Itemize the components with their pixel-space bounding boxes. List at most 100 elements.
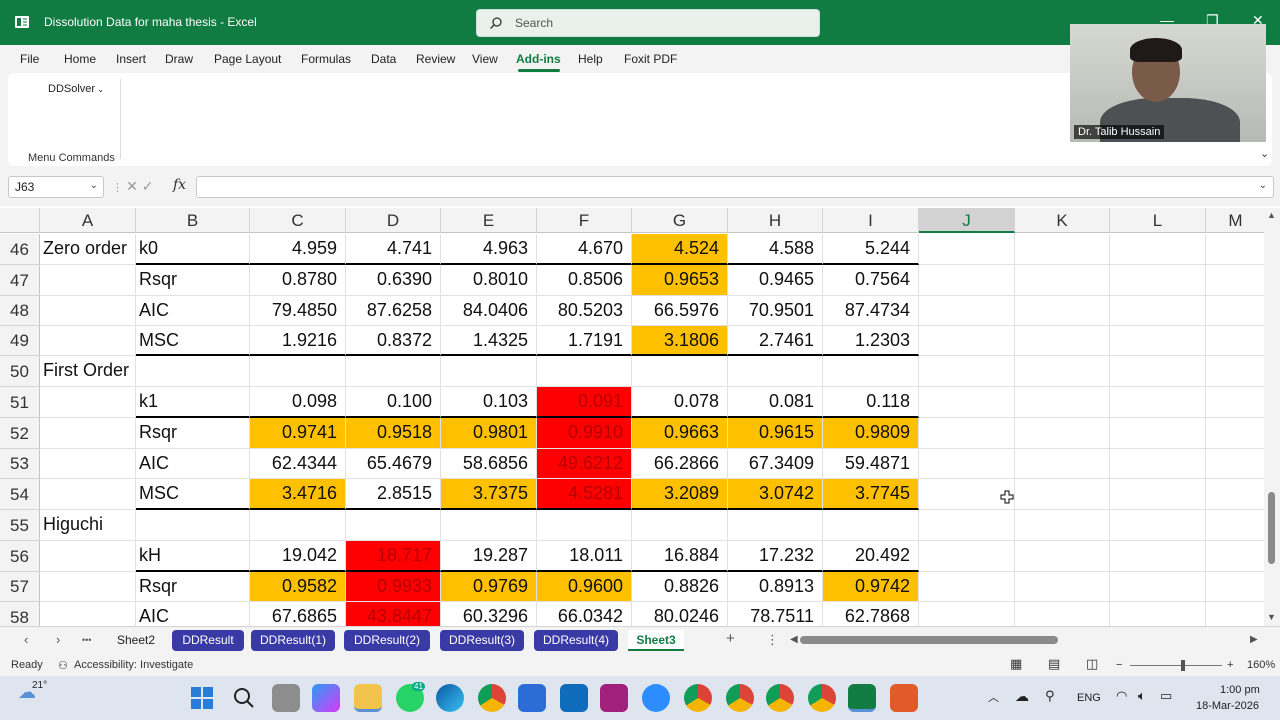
cell-d52[interactable]: 0.9518 xyxy=(346,418,441,449)
insert-function-button[interactable]: fx xyxy=(173,177,186,193)
chrome-profile-icon[interactable] xyxy=(808,684,836,712)
cell-e47[interactable]: 0.8010 xyxy=(441,265,537,296)
cell-c52[interactable]: 0.9741 xyxy=(250,418,346,449)
cell-g50[interactable] xyxy=(632,356,728,387)
cell-j56[interactable] xyxy=(919,541,1015,572)
cell-d48[interactable]: 87.6258 xyxy=(346,296,441,326)
cell-i57[interactable]: 0.9742 xyxy=(823,572,919,602)
row-header[interactable]: 49 xyxy=(0,326,40,356)
cell-a54[interactable] xyxy=(40,479,136,510)
cell-e54[interactable]: 3.7375 xyxy=(441,479,537,510)
cell-f46[interactable]: 4.670 xyxy=(537,234,632,265)
cell-m54[interactable] xyxy=(1206,479,1266,510)
cell-c46[interactable]: 4.959 xyxy=(250,234,346,265)
row-header[interactable]: 47 xyxy=(0,265,40,296)
cell-a52[interactable] xyxy=(40,418,136,449)
menu-draw[interactable]: Draw xyxy=(165,52,193,66)
page-layout-view-icon[interactable]: ▤ xyxy=(1048,656,1060,672)
cell-m55[interactable] xyxy=(1206,510,1266,541)
cell-j47[interactable] xyxy=(919,265,1015,296)
cell-h53[interactable]: 67.3409 xyxy=(728,449,823,479)
cell-a57[interactable] xyxy=(40,572,136,602)
formula-input[interactable]: ⌄ xyxy=(196,176,1274,198)
sheet-tab-ddresult-4[interactable]: DDResult(4) xyxy=(534,630,618,651)
cell-g58[interactable]: 80.0246 xyxy=(632,602,728,626)
sheet-tab-sheet3[interactable]: Sheet3 xyxy=(628,630,684,651)
chrome-profile-icon[interactable] xyxy=(726,684,754,712)
cell-g53[interactable]: 66.2866 xyxy=(632,449,728,479)
more-sheets-icon[interactable]: ••• xyxy=(82,635,91,645)
cell-i52[interactable]: 0.9809 xyxy=(823,418,919,449)
cell-a49[interactable] xyxy=(40,326,136,356)
cell-c51[interactable]: 0.098 xyxy=(250,387,346,418)
cell-i47[interactable]: 0.7564 xyxy=(823,265,919,296)
cell-k52[interactable] xyxy=(1015,418,1110,449)
copilot-icon[interactable] xyxy=(312,684,340,712)
sheet-tab-ddresult-2[interactable]: DDResult(2) xyxy=(344,630,430,651)
chrome-profile-icon[interactable] xyxy=(766,684,794,712)
spreadsheet-grid[interactable]: ABCDEFGHIJKLM 46 Zero order k0 4.959 4.741 4.… xyxy=(0,208,1280,626)
column-header-l[interactable]: L xyxy=(1110,208,1206,233)
cell-j58[interactable] xyxy=(919,602,1015,626)
cell-f53[interactable]: 49.6212 xyxy=(537,449,632,479)
row-header[interactable]: 46 xyxy=(0,234,40,265)
cell-b49[interactable]: MSC xyxy=(136,326,250,356)
vertical-scrollbar[interactable]: ▲ ▼ xyxy=(1264,208,1280,626)
column-header-g[interactable]: G xyxy=(632,208,728,233)
cell-i48[interactable]: 87.4734 xyxy=(823,296,919,326)
cell-j49[interactable] xyxy=(919,326,1015,356)
cell-l47[interactable] xyxy=(1110,265,1206,296)
cell-m52[interactable] xyxy=(1206,418,1266,449)
onedrive-icon[interactable]: ☁ xyxy=(1015,688,1029,705)
cell-m51[interactable] xyxy=(1206,387,1266,418)
cell-d49[interactable]: 0.8372 xyxy=(346,326,441,356)
sheet-tab-ddresult[interactable]: DDResult xyxy=(172,630,244,651)
scroll-up-icon[interactable]: ▲ xyxy=(1267,210,1276,220)
cell-l58[interactable] xyxy=(1110,602,1206,626)
scroll-right-icon[interactable]: ▶ xyxy=(1250,634,1258,645)
cell-e55[interactable] xyxy=(441,510,537,541)
horizontal-scroll-thumb[interactable] xyxy=(800,636,1058,644)
cell-h57[interactable]: 0.8913 xyxy=(728,572,823,602)
cell-m56[interactable] xyxy=(1206,541,1266,572)
cell-l51[interactable] xyxy=(1110,387,1206,418)
cell-f57[interactable]: 0.9600 xyxy=(537,572,632,602)
cell-c49[interactable]: 1.9216 xyxy=(250,326,346,356)
cell-k55[interactable] xyxy=(1015,510,1110,541)
cell-f48[interactable]: 80.5203 xyxy=(537,296,632,326)
cell-f54[interactable]: 4.5281 xyxy=(537,479,632,510)
winrar-icon[interactable] xyxy=(890,684,918,712)
cell-m48[interactable] xyxy=(1206,296,1266,326)
cell-c57[interactable]: 0.9582 xyxy=(250,572,346,602)
cell-f58[interactable]: 66.0342 xyxy=(537,602,632,626)
volume-icon[interactable]: 🔈︎ xyxy=(1138,688,1146,704)
page-break-view-icon[interactable]: ◫ xyxy=(1086,656,1098,672)
cell-m46[interactable] xyxy=(1206,234,1266,265)
cell-i49[interactable]: 1.2303 xyxy=(823,326,919,356)
file-explorer-icon[interactable] xyxy=(354,684,382,712)
cell-e49[interactable]: 1.4325 xyxy=(441,326,537,356)
cell-l50[interactable] xyxy=(1110,356,1206,387)
normal-view-icon[interactable]: ▦ xyxy=(1010,656,1022,672)
cell-j46[interactable] xyxy=(919,234,1015,265)
next-sheet-icon[interactable]: › xyxy=(56,632,60,647)
cell-b52[interactable]: Rsqr xyxy=(136,418,250,449)
cell-d58[interactable]: 43.8447 xyxy=(346,602,441,626)
cell-k53[interactable] xyxy=(1015,449,1110,479)
clock-time[interactable]: 1:00 pm xyxy=(1220,684,1260,696)
cell-f51[interactable]: 0.091 xyxy=(537,387,632,418)
cell-b53[interactable]: AIC xyxy=(136,449,250,479)
cell-b55[interactable] xyxy=(136,510,250,541)
accessibility-status[interactable]: Accessibility: Investigate xyxy=(74,659,193,671)
cell-h58[interactable]: 78.7511 xyxy=(728,602,823,626)
column-header-m[interactable]: M xyxy=(1206,208,1266,233)
cell-e52[interactable]: 0.9801 xyxy=(441,418,537,449)
cell-d56[interactable]: 18.717 xyxy=(346,541,441,572)
cell-k57[interactable] xyxy=(1015,572,1110,602)
cell-c47[interactable]: 0.8780 xyxy=(250,265,346,296)
row-header[interactable]: 55 xyxy=(0,510,40,541)
cell-i46[interactable]: 5.244 xyxy=(823,234,919,265)
cell-b46[interactable]: k0 xyxy=(136,234,250,265)
cell-j53[interactable] xyxy=(919,449,1015,479)
cell-b48[interactable]: AIC xyxy=(136,296,250,326)
